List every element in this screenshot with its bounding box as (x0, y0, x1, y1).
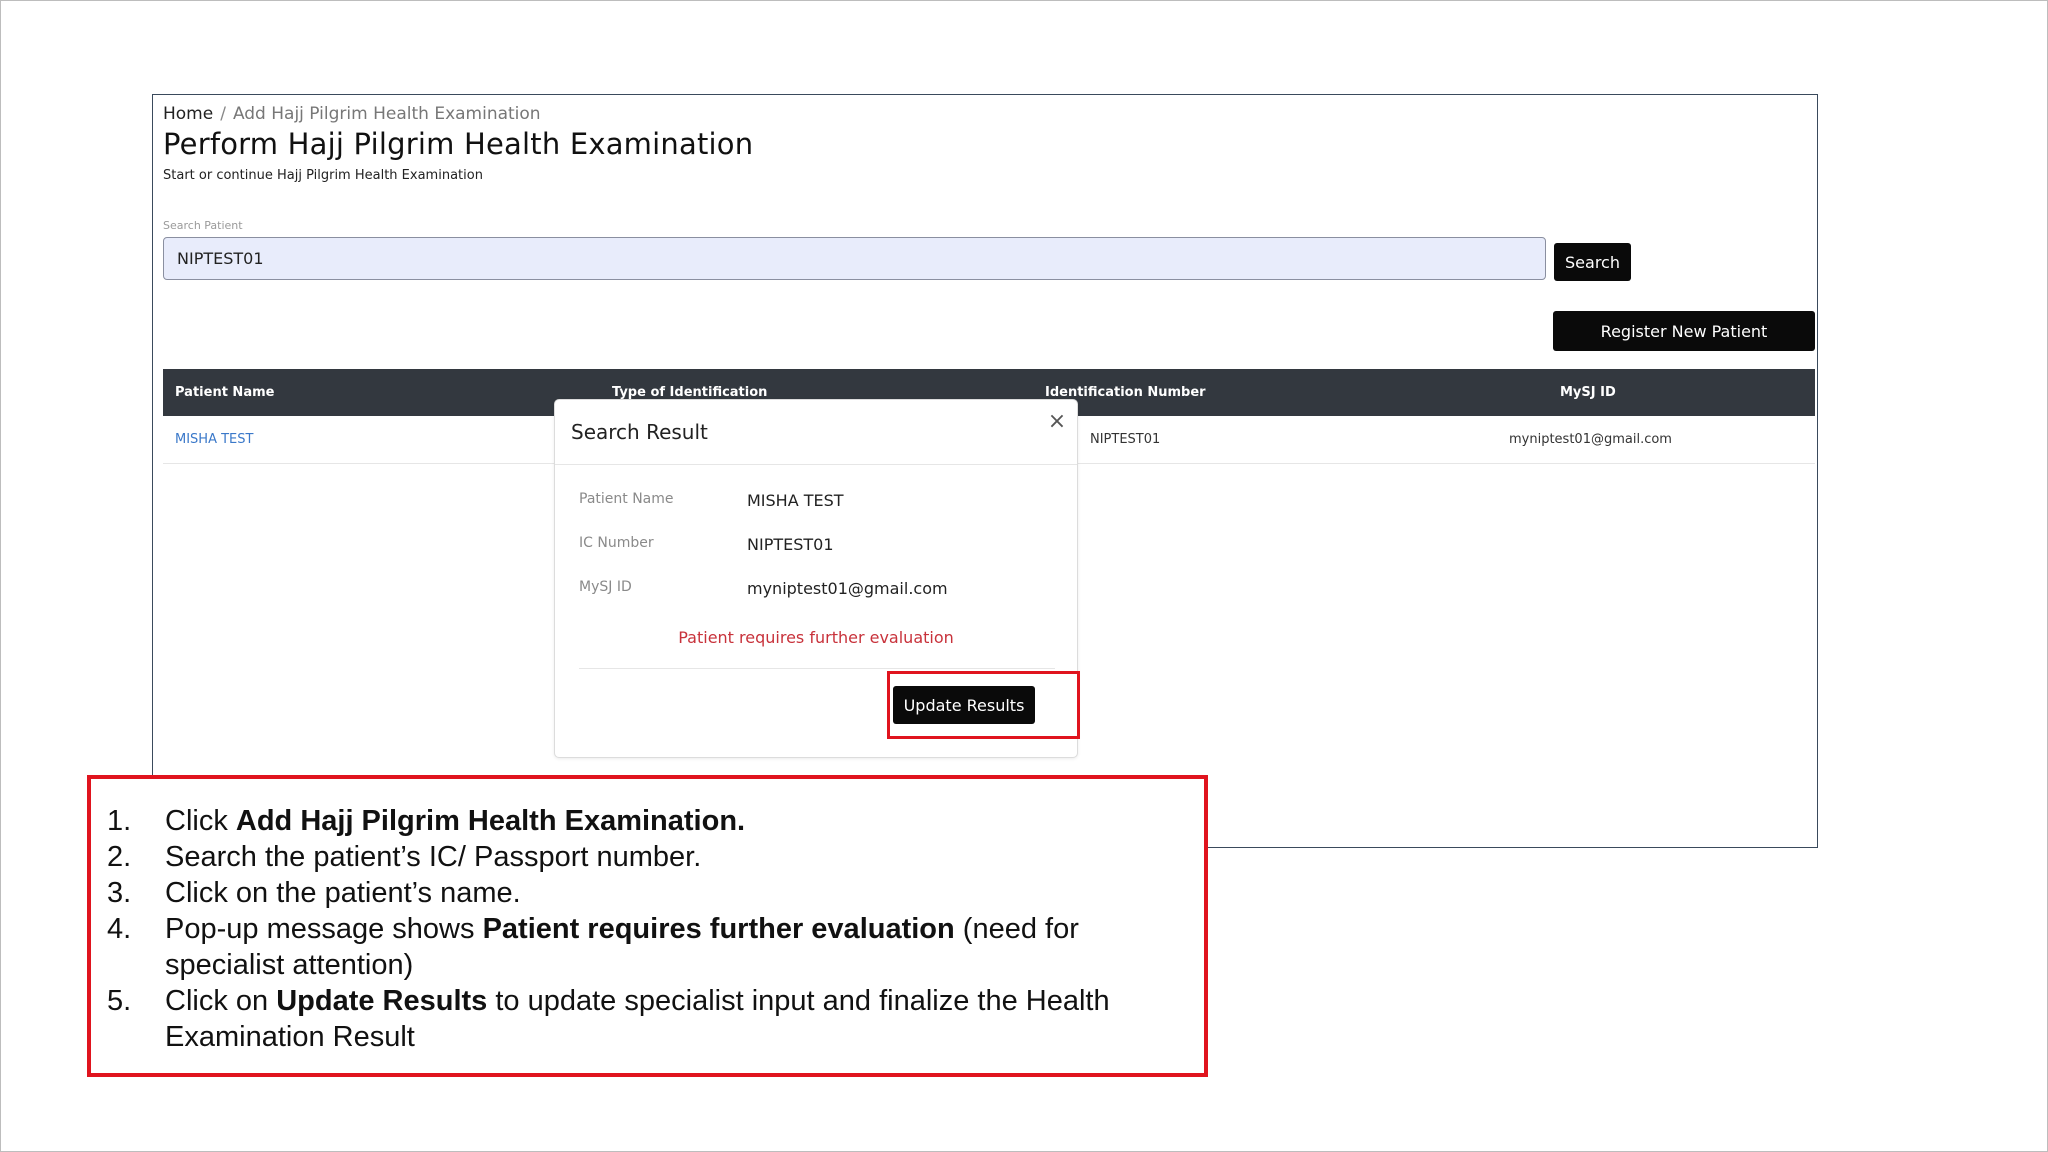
instructions-box: 1. Click Add Hajj Pilgrim Health Examina… (87, 775, 1208, 1077)
page-title: Perform Hajj Pilgrim Health Examination (163, 127, 754, 161)
column-header-mysj-id: MySJ ID (1560, 385, 1616, 400)
patient-name-value: MISHA TEST (747, 491, 844, 510)
step-text: Click on Update Results to update specia… (165, 983, 1195, 1055)
step-text: Pop-up message shows Patient requires fu… (165, 911, 1195, 983)
mysj-id-value: myniptest01@gmail.com (747, 579, 948, 598)
step-text-bold: Patient requires further evaluation (482, 913, 955, 945)
step-text-bold: Update Results (276, 985, 488, 1017)
patient-name-label: Patient Name (579, 491, 674, 507)
step-number: 1. (107, 805, 132, 837)
step-text: Search the patient’s IC/ Passport number… (165, 841, 702, 873)
ic-number-label: IC Number (579, 535, 654, 551)
mysj-id-cell: myniptest01@gmail.com (1509, 432, 1672, 447)
step-text: Click Add Hajj Pilgrim Health Examinatio… (165, 803, 1195, 839)
step-text-plain: Pop-up message shows (165, 913, 483, 945)
search-button[interactable]: Search (1554, 243, 1631, 281)
mysj-id-label: MySJ ID (579, 579, 632, 595)
search-label: Search Patient (163, 219, 243, 232)
search-input[interactable] (163, 237, 1546, 280)
breadcrumb-current[interactable]: Add Hajj Pilgrim Health Examination (233, 104, 541, 124)
patient-name-link[interactable]: MISHA TEST (175, 416, 253, 464)
breadcrumb-separator: / (220, 104, 226, 124)
column-header-patient-name: Patient Name (175, 385, 275, 400)
close-icon[interactable]: × (1045, 410, 1069, 434)
update-results-highlight (887, 671, 1080, 739)
register-new-patient-button[interactable]: Register New Patient (1553, 311, 1815, 351)
page-subtitle: Start or continue Hajj Pilgrim Health Ex… (163, 168, 483, 183)
modal-divider (555, 464, 1077, 465)
step-text-plain: Click on (165, 985, 277, 1017)
step-number: 5. (107, 985, 132, 1017)
ic-number-value: NIPTEST01 (747, 535, 834, 554)
step-number: 3. (107, 877, 132, 909)
step-text-plain: Click (165, 805, 236, 837)
step-text: Click on the patient’s name. (165, 877, 521, 909)
further-evaluation-warning: Patient requires further evaluation (678, 628, 954, 647)
step-number: 4. (107, 913, 132, 945)
breadcrumb-home-link[interactable]: Home (163, 104, 213, 124)
identification-number-cell: NIPTEST01 (1090, 432, 1161, 447)
breadcrumb: Home / Add Hajj Pilgrim Health Examination (163, 104, 541, 124)
modal-footer-divider (579, 668, 1055, 669)
modal-title: Search Result (571, 420, 708, 444)
step-number: 2. (107, 841, 132, 873)
step-text-bold: Add Hajj Pilgrim Health Examination. (235, 805, 746, 837)
